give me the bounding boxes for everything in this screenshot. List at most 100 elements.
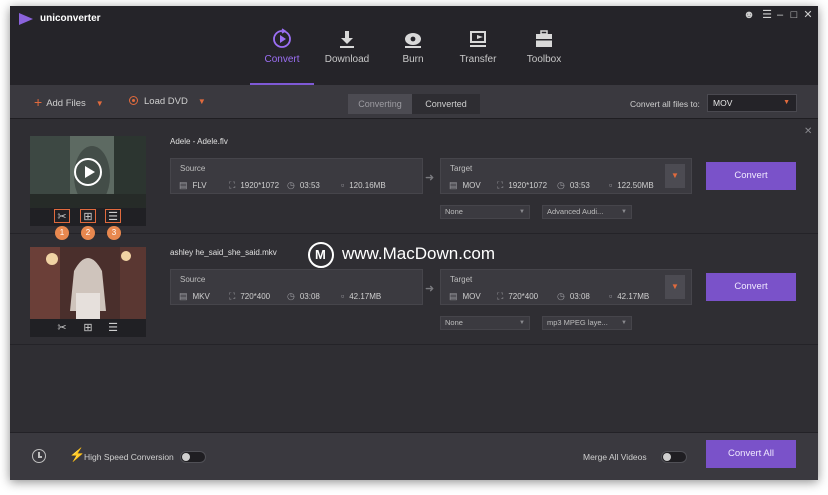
- folder-icon: ▫: [609, 180, 613, 190]
- source-format: MKV: [192, 292, 210, 301]
- chevron-down-icon: ▼: [519, 320, 525, 326]
- transfer-icon: [470, 31, 486, 47]
- convert-button[interactable]: Convert: [706, 162, 796, 190]
- clock-icon: ◷: [287, 180, 295, 190]
- target-title: Target: [450, 164, 473, 173]
- account-icon[interactable]: ☻: [743, 9, 755, 21]
- download-icon: [340, 31, 354, 48]
- target-size: 122.50MB: [617, 181, 654, 190]
- effects-icon[interactable]: ☰: [105, 209, 121, 223]
- minimize-icon[interactable]: –: [774, 9, 786, 21]
- target-title: Target: [450, 275, 473, 284]
- audio-value: Advanced Audi...: [547, 207, 604, 216]
- subtitle-select[interactable]: None ▼: [440, 316, 530, 330]
- file-name: ashley he_said_she_said.mkv: [170, 248, 277, 257]
- toolbox-icon: [536, 30, 552, 47]
- clock-icon: ◷: [557, 180, 565, 190]
- merge-all-toggle[interactable]: [661, 451, 687, 463]
- chevron-down-icon: ▼: [621, 209, 627, 215]
- audio-select[interactable]: mp3 MPEG laye... ▼: [542, 316, 632, 330]
- video-thumbnail[interactable]: [30, 136, 146, 208]
- target-format: MOV: [462, 181, 481, 190]
- target-format-dropdown[interactable]: ▼: [665, 275, 685, 299]
- nav-burn-label: Burn: [402, 54, 424, 65]
- target-info[interactable]: Target ▤ MOV ⛶ 720*400 ◷ 03:08 ▫ 42.17MB: [440, 269, 692, 305]
- plus-icon: +: [34, 94, 43, 110]
- audio-select[interactable]: Advanced Audi... ▼: [542, 205, 632, 219]
- trim-icon[interactable]: ✂: [54, 209, 70, 223]
- tab-converting[interactable]: Converting: [348, 94, 412, 114]
- source-size: 120.16MB: [349, 181, 386, 190]
- target-format: MOV: [462, 292, 481, 301]
- thumbnail-image: [30, 247, 146, 319]
- high-speed-toggle[interactable]: [180, 451, 206, 463]
- convert-icon: [273, 28, 291, 48]
- effects-icon[interactable]: ☰: [105, 321, 121, 335]
- resolution-icon: ⛶: [229, 180, 236, 190]
- clock-icon: ◷: [557, 291, 565, 301]
- source-duration: 03:08: [299, 292, 320, 301]
- maximize-icon[interactable]: □: [788, 9, 800, 21]
- nav-toolbox-label: Toolbox: [526, 54, 562, 65]
- bottom-bar: ⚡ High Speed Conversion Merge All Videos…: [10, 432, 818, 480]
- play-button[interactable]: [74, 158, 102, 186]
- source-resolution: 1920*1072: [240, 181, 280, 190]
- thumbnail-toolbar: ✂ ⊞ ☰ 1 2 3: [30, 208, 146, 240]
- thumbnail-toolbar: ✂ ⊞ ☰: [30, 319, 146, 337]
- source-format: FLV: [192, 181, 207, 190]
- nav-toolbox[interactable]: Toolbox: [512, 6, 576, 85]
- source-title: Source: [180, 275, 206, 284]
- film-icon: ▤: [179, 291, 188, 301]
- crop-icon[interactable]: ⊞: [80, 209, 96, 223]
- alarm-clock-icon[interactable]: [32, 449, 46, 463]
- load-dvd-label: Load DVD: [144, 96, 188, 107]
- app-logo-icon: [19, 13, 33, 25]
- subtitle-value: None: [445, 318, 463, 327]
- nav-convert[interactable]: Convert: [250, 6, 314, 85]
- target-resolution: 1920*1072: [508, 181, 548, 190]
- chevron-down-icon: ▼: [519, 209, 525, 215]
- convert-all-button[interactable]: Convert All: [706, 440, 796, 468]
- chevron-down-icon[interactable]: ▼: [96, 99, 104, 108]
- subtitle-select[interactable]: None ▼: [440, 205, 530, 219]
- target-duration: 03:08: [569, 292, 590, 301]
- target-format-dropdown[interactable]: ▼: [665, 164, 685, 188]
- lightning-icon: ⚡: [69, 447, 86, 462]
- source-info: Source ▤ FLV ⛶ 1920*1072 ◷ 03:53 ▫ 120.16MB: [170, 158, 423, 194]
- chevron-down-icon[interactable]: ▼: [198, 97, 206, 106]
- toolbar: + Add Files ▼ Load DVD ▼ Converting Convert…: [10, 85, 818, 119]
- nav-convert-label: Convert: [264, 54, 300, 65]
- source-size: 42.17MB: [349, 292, 382, 301]
- film-icon: ▤: [179, 180, 188, 190]
- nav-transfer[interactable]: Transfer: [446, 6, 510, 85]
- source-resolution: 720*400: [240, 292, 271, 301]
- top-bar: uniconverter ☻ ☰ – □ ✕ Convert Download: [10, 6, 818, 85]
- nav-transfer-label: Transfer: [459, 54, 497, 65]
- add-files-label: Add Files: [46, 98, 86, 109]
- convert-button[interactable]: Convert: [706, 273, 796, 301]
- output-format-value: MOV: [713, 98, 733, 108]
- watermark-logo-icon: [308, 241, 334, 268]
- video-thumbnail[interactable]: [30, 247, 146, 319]
- nav-download-label: Download: [324, 54, 370, 65]
- load-dvd-button[interactable]: Load DVD ▼: [129, 94, 206, 110]
- nav-burn[interactable]: Burn: [381, 6, 445, 85]
- resolution-icon: ⛶: [497, 180, 504, 190]
- close-icon[interactable]: ✕: [802, 9, 814, 21]
- chevron-down-icon: ▼: [783, 99, 790, 106]
- target-resolution: 720*400: [508, 292, 539, 301]
- output-format-select[interactable]: MOV ▼: [707, 94, 797, 112]
- remove-file-icon[interactable]: ✕: [804, 126, 812, 137]
- trim-icon[interactable]: ✂: [54, 321, 70, 335]
- tab-converted[interactable]: Converted: [412, 94, 480, 114]
- crop-icon[interactable]: ⊞: [80, 321, 96, 335]
- source-title: Source: [180, 164, 206, 173]
- subtitle-value: None: [445, 207, 463, 216]
- nav-download[interactable]: Download: [315, 6, 379, 85]
- folder-icon: ▫: [341, 291, 345, 301]
- menu-icon[interactable]: ☰: [761, 9, 773, 21]
- watermark: www.MacDown.com: [308, 239, 495, 269]
- target-info[interactable]: Target ▤ MOV ⛶ 1920*1072 ◷ 03:53 ▫ 122.50MB: [440, 158, 692, 194]
- target-duration: 03:53: [569, 181, 590, 190]
- add-files-button[interactable]: + Add Files ▼: [34, 94, 104, 110]
